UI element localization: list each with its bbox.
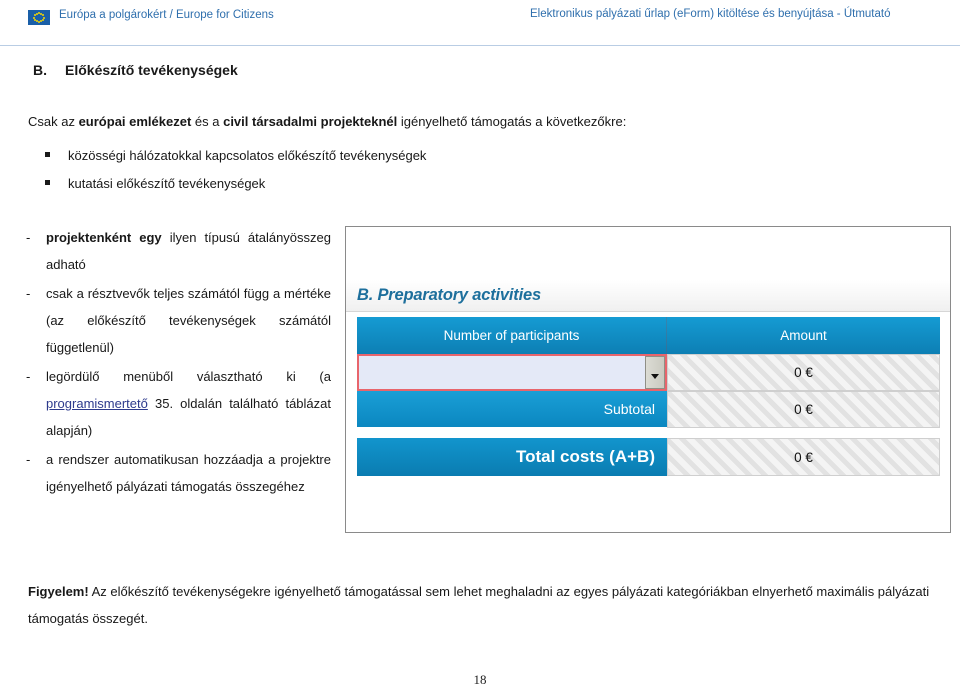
warning-lead: Figyelem! [28,584,89,599]
dash-bullet-icon: - [26,369,31,384]
note-item: - legördülő menüből választható ki (a pr… [26,363,331,444]
subtotal-label: Subtotal [357,391,667,427]
column-header-amount: Amount [667,317,940,354]
participants-dropdown[interactable] [357,354,667,391]
dash-bullet-icon: - [26,452,31,467]
form-section-bar: B. Preparatory activities [346,280,950,312]
eu-flag-logo [28,10,50,25]
section-letter: B. [33,62,47,78]
notes-list: - projektenként egy ilyen típusú átalány… [26,224,331,502]
bullet-list: közösségi hálózatokkal kapcsolatos előké… [45,142,685,198]
bullet-label: kutatási előkészítő tevékenységek [68,176,266,191]
note-item: - projektenként egy ilyen típusú átalány… [26,224,331,278]
subtotal-row: Subtotal 0 € [357,391,940,428]
brand: Európa a polgárokért / Europe for Citize… [28,8,274,25]
chevron-down-icon[interactable] [645,356,665,389]
note-text-before-link: legördülő menüből választható ki (a [46,369,331,384]
eform-screenshot: B. Preparatory activities Number of part… [345,226,951,533]
column-header-participants: Number of participants [357,317,667,354]
dash-bullet-icon: - [26,230,31,245]
section-title: Előkészítő tevékenységek [65,62,238,78]
intro-part-3: igényelhető támogatás a következőkre: [397,114,627,129]
note-body: projektenként egy ilyen típusú átalányös… [46,224,331,278]
note-item: - csak a résztvevők teljes számától függ… [26,280,331,361]
intro-part-2: és a [191,114,224,129]
warning-paragraph: Figyelem! Az előkészítő tevékenységekre … [28,578,938,632]
costs-table: Number of participants Amount 0 € Subtot… [357,317,940,476]
note-lead-bold: projektenként egy [46,230,162,245]
programismerteto-link[interactable]: programismertető [46,396,148,411]
section-heading: B. Előkészítő tevékenységek [33,62,238,78]
square-bullet-icon [45,152,50,157]
table-row: 0 € [357,354,940,391]
note-body: legördülő menüből választható ki (a prog… [46,363,331,444]
intro-part-1: Csak az [28,114,79,129]
warning-text: Az előkészítő tevékenységekre igényelhet… [28,584,930,626]
document-title: Elektronikus pályázati űrlap (eForm) kit… [530,8,891,20]
intro-paragraph: Csak az európai emlékezet és a civil tár… [28,112,728,132]
total-row: Total costs (A+B) 0 € [357,438,940,476]
brand-label: Európa a polgárokért / Europe for Citize… [59,9,274,21]
bullet-label: közösségi hálózatokkal kapcsolatos előké… [68,148,427,163]
note-body: a rendszer automatikusan hozzáadja a pro… [46,452,331,494]
dash-bullet-icon: - [26,286,31,301]
note-body: csak a résztvevők teljes számától függ a… [46,286,331,355]
total-value: 0 € [667,438,940,476]
row-amount-value: 0 € [667,354,940,391]
participants-input[interactable] [359,356,645,389]
table-spacer [357,428,940,438]
table-header-row: Number of participants Amount [357,317,940,354]
square-bullet-icon [45,180,50,185]
page-number: 18 [473,672,487,687]
subtotal-value: 0 € [667,391,940,428]
intro-bold-2: civil társadalmi projekteknél [223,114,398,129]
list-item: közösségi hálózatokkal kapcsolatos előké… [45,142,685,170]
document-header: Európa a polgárokért / Europe for Citize… [0,0,960,46]
list-item: kutatási előkészítő tevékenységek [45,170,685,198]
total-label: Total costs (A+B) [357,438,667,476]
intro-bold-1: európai emlékezet [78,114,192,129]
note-item: - a rendszer automatikusan hozzáadja a p… [26,446,331,500]
form-section-title: B. Preparatory activities [357,286,541,304]
